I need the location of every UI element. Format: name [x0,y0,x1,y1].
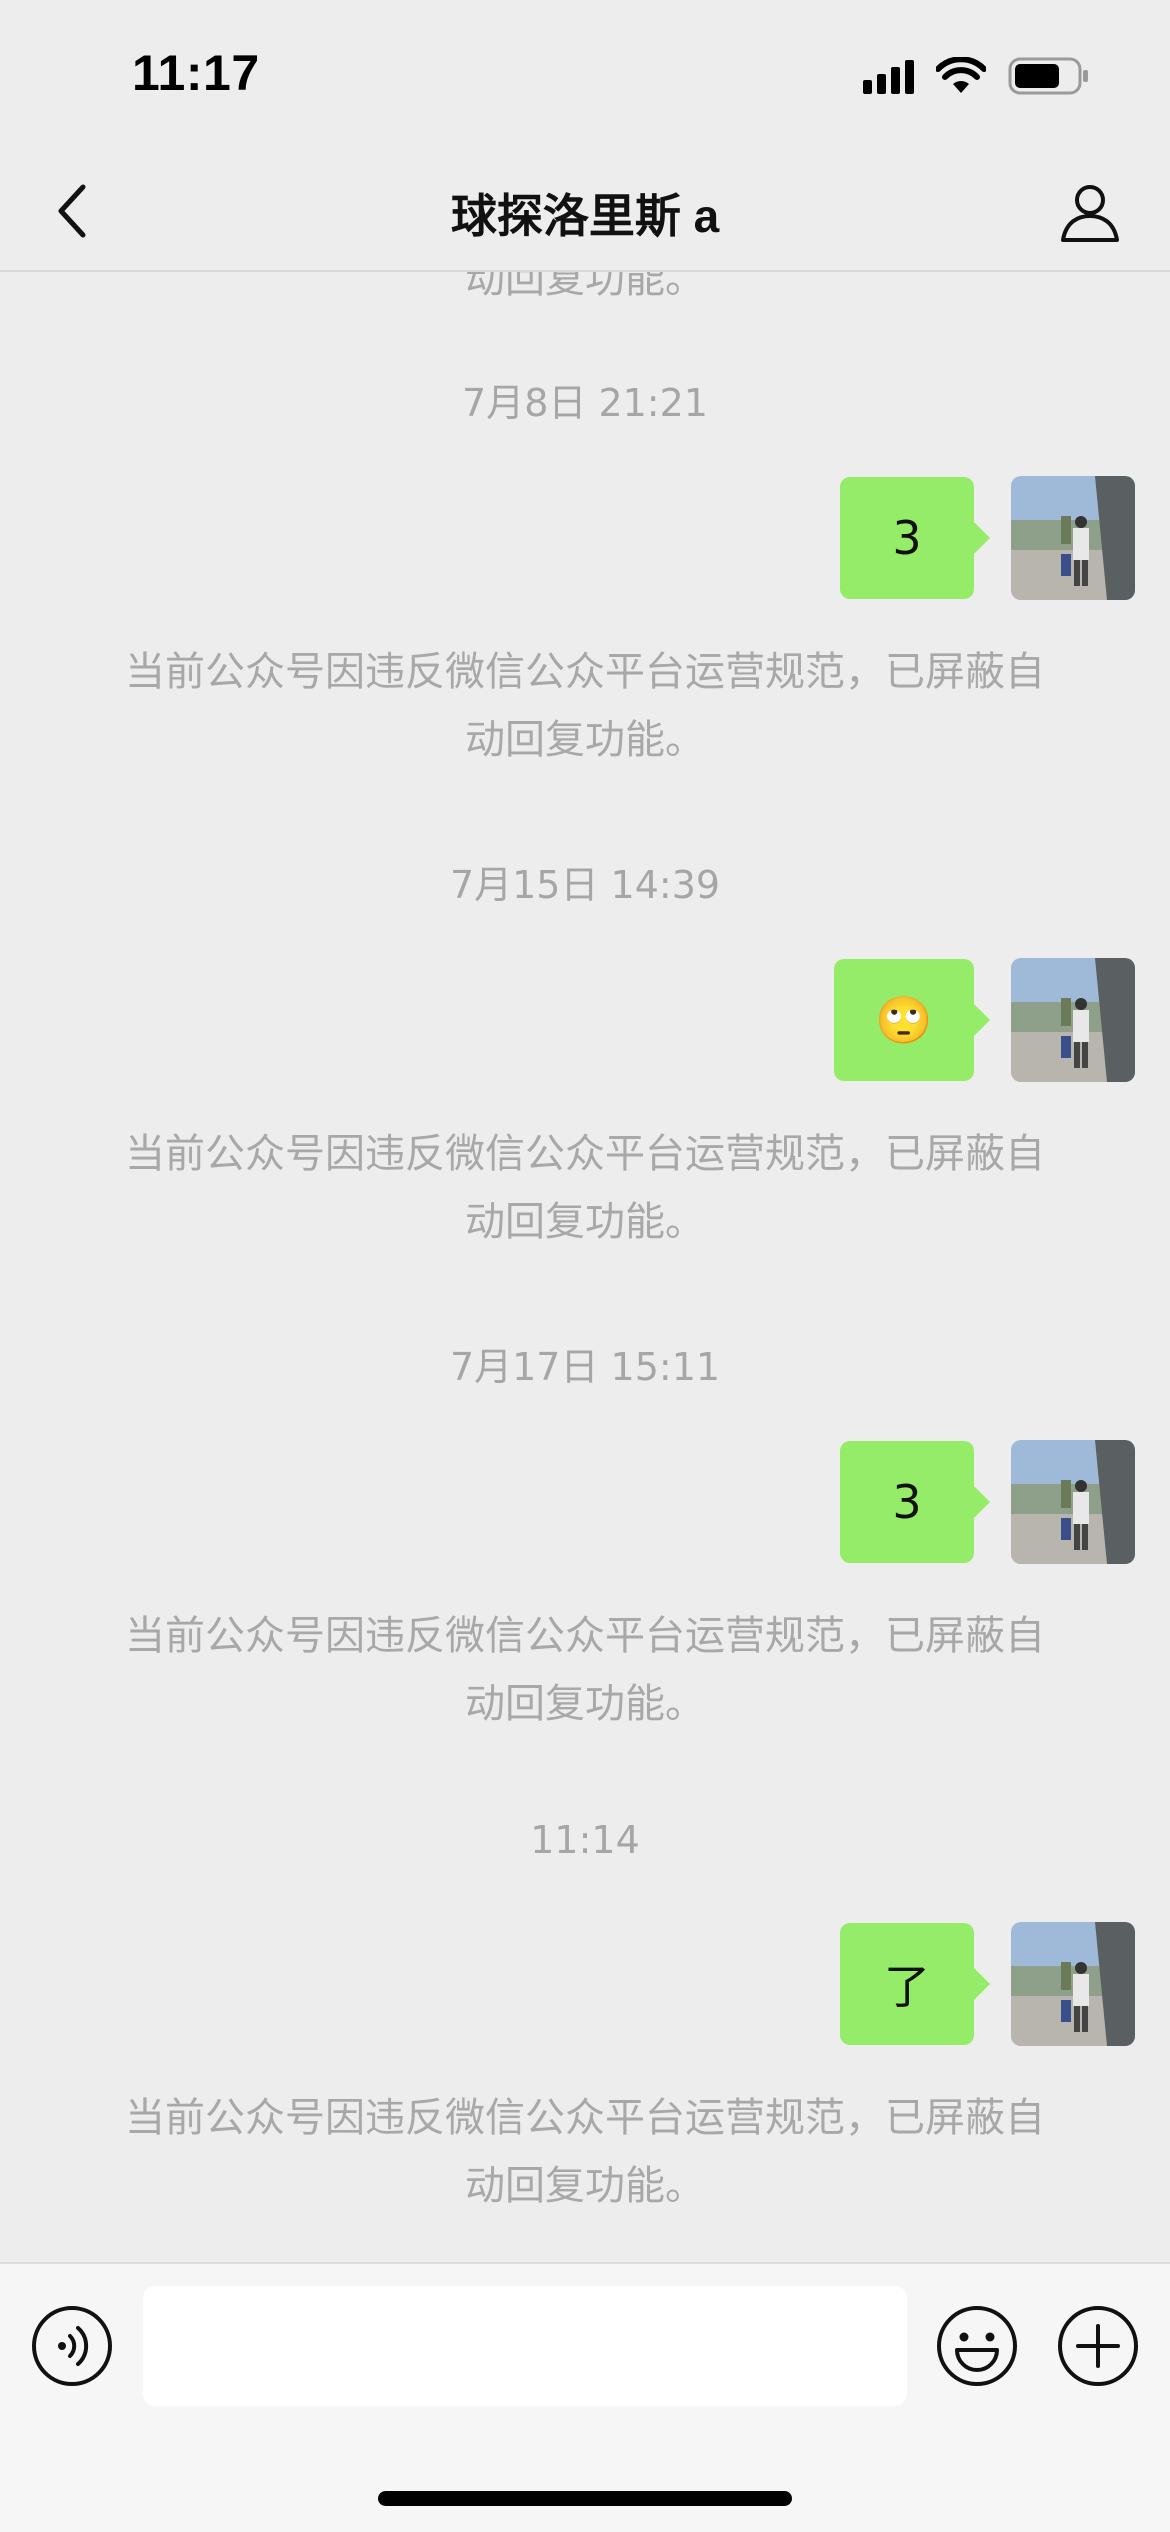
system-notice: 当前公众号因违反微信公众平台运营规范，已屏蔽自 动回复功能。 [125,2095,1045,2209]
status-time: 11:17 [132,45,260,101]
home-indicator[interactable] [378,2491,792,2506]
battery-icon [1008,56,1090,96]
wifi-icon [936,57,986,95]
system-notice: 当前公众号因违反微信公众平台运营规范，已屏蔽自 动回复功能。 [125,1613,1045,1727]
voice-icon [32,2306,112,2386]
system-notice: 当前公众号因违反微信公众平台运营规范，已屏蔽自 动回复功能。 [125,649,1045,763]
chat-area[interactable]: 动回复功能。 7月8日 21:21 3 当前公众号因违反微信公众平台运营规范，已… [0,272,1170,2262]
message-timestamp: 7月17日 15:11 [449,1345,721,1389]
input-bar [0,2262,1170,2532]
message-bubble[interactable]: 了 [840,1923,990,2045]
message-timestamp: 11:14 [530,1818,640,1862]
message-timestamp: 7月8日 21:21 [462,381,708,425]
message-bubble[interactable]: 🙄 [834,959,990,1081]
more-button[interactable] [1056,2304,1140,2388]
plus-icon [1058,2306,1138,2386]
message-bubble[interactable]: 3 [840,477,990,599]
cellular-signal-icon [863,58,914,94]
status-bar: 11:17 [0,0,1170,150]
avatar[interactable] [1011,958,1135,1082]
message-input[interactable] [143,2286,907,2406]
chat-title: 球探洛里斯 a [450,190,720,242]
avatar[interactable] [1011,1440,1135,1564]
smiley-icon [937,2306,1017,2386]
person-icon [1061,185,1119,242]
system-notice: 当前公众号因违反微信公众平台运营规范，已屏蔽自 动回复功能。 [125,1131,1045,1245]
message-timestamp: 7月15日 14:39 [449,863,721,907]
avatar[interactable] [1011,476,1135,600]
system-notice: 动回复功能。 [465,272,705,302]
status-icons [863,56,1090,96]
nav-bar: 球探洛里斯 a [0,150,1170,272]
voice-button[interactable] [30,2304,114,2388]
avatar[interactable] [1011,1922,1135,2046]
message-bubble[interactable]: 3 [840,1441,990,1563]
profile-button[interactable] [1050,172,1130,252]
emoji-button[interactable] [935,2304,1019,2388]
